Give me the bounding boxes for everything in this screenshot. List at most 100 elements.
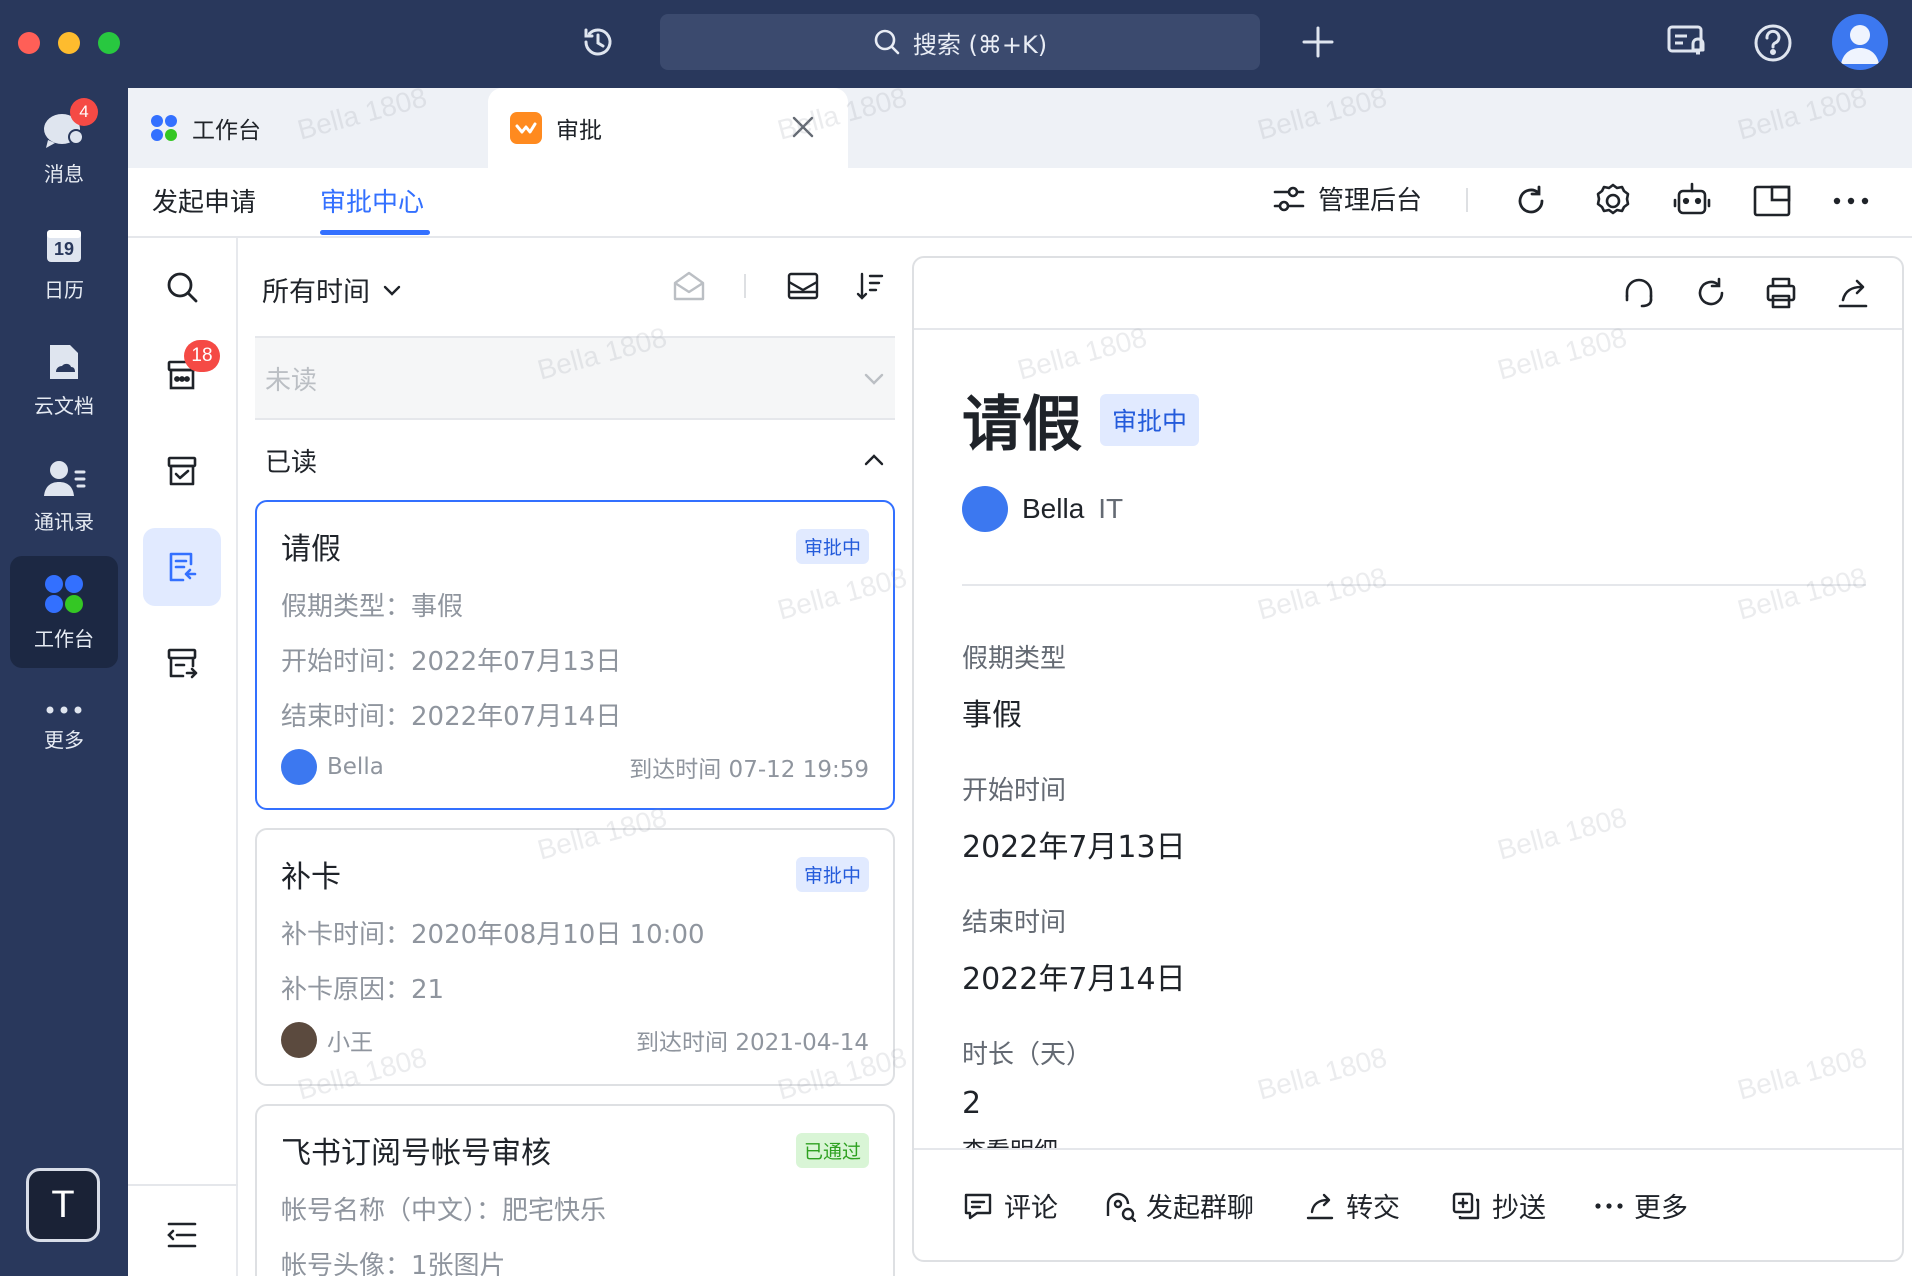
- minimize-window-button[interactable]: [58, 32, 80, 54]
- active-tab-indicator: [320, 230, 430, 235]
- close-window-button[interactable]: [18, 32, 40, 54]
- field-label: 时长（天）: [962, 1040, 1093, 1070]
- print-icon[interactable]: [1764, 276, 1798, 310]
- arrival-time: 到达时间 2021-04-14: [636, 1030, 869, 1056]
- approval-card[interactable]: 飞书订阅号帐号审核 已通过 帐号名称（中文）：肥宅快乐 帐号头像：1张图片: [255, 1104, 895, 1276]
- maximize-window-button[interactable]: [98, 32, 120, 54]
- card-detail-line: 结束时间：2022年07月14日: [281, 702, 622, 732]
- sidebar-item-label: 更多: [44, 727, 84, 752]
- mark-all-read-icon[interactable]: [672, 270, 706, 302]
- comment-button[interactable]: 评论: [962, 1186, 1058, 1225]
- search-icon: [164, 269, 200, 305]
- collapse-menu-button[interactable]: [143, 1196, 221, 1274]
- tenant-switch-button[interactable]: T: [26, 1168, 100, 1242]
- share-icon[interactable]: [1836, 276, 1870, 310]
- sidebar-item-label: 通讯录: [34, 509, 94, 534]
- calendar-icon: 19: [44, 226, 84, 266]
- menu-fold-icon: [165, 1220, 199, 1250]
- more-actions-label: 更多: [1634, 1193, 1688, 1224]
- detail-actions-divider: [914, 1148, 1902, 1150]
- transfer-label: 转交: [1346, 1193, 1400, 1224]
- card-title: 补卡: [281, 860, 341, 895]
- field-value: 2: [962, 1086, 982, 1121]
- admin-console-button[interactable]: 管理后台: [1272, 180, 1422, 217]
- robot-icon[interactable]: [1672, 180, 1712, 220]
- applicant-name: Bella: [1022, 493, 1085, 524]
- time-filter-dropdown[interactable]: 所有时间: [262, 270, 404, 309]
- card-detail-line: 补卡原因：21: [281, 975, 445, 1005]
- user-avatar[interactable]: [1832, 14, 1888, 70]
- read-section-header[interactable]: 已读: [255, 418, 895, 500]
- read-section-label: 已读: [265, 447, 318, 478]
- pending-count-badge: 18: [184, 340, 220, 372]
- split-window-icon[interactable]: [1752, 182, 1792, 218]
- unread-section-label: 未读: [265, 365, 318, 396]
- unread-badge: 4: [70, 98, 98, 126]
- arrival-time: 到达时间 07-12 19:59: [629, 757, 869, 783]
- sliders-icon: [1272, 182, 1306, 216]
- sidebar-item-workspace[interactable]: 工作台: [10, 556, 118, 668]
- card-user: 小王: [327, 1030, 373, 1056]
- plus-icon[interactable]: [1300, 24, 1336, 60]
- field-label: 假期类型: [962, 644, 1067, 674]
- close-tab-icon[interactable]: [790, 114, 816, 140]
- search-icon: [873, 28, 901, 56]
- tab-label: 审批: [556, 118, 602, 144]
- chevron-up-icon: [861, 447, 887, 473]
- avatar: [281, 749, 317, 785]
- sidebar-item-calendar[interactable]: 19 日历: [10, 208, 118, 320]
- help-icon[interactable]: [1752, 22, 1794, 64]
- chevron-down-icon: [380, 278, 404, 302]
- group-chat-label: 发起群聊: [1146, 1193, 1254, 1224]
- card-detail-line: 帐号名称（中文）：肥宅快乐: [281, 1196, 607, 1226]
- chevron-down-icon: [861, 365, 887, 391]
- screen-notice-icon[interactable]: [1666, 22, 1708, 62]
- detail-title: 请假: [962, 390, 1082, 460]
- applicant-info[interactable]: Bella IT: [962, 486, 1123, 532]
- view-details-label: 查看明细: [962, 1136, 1162, 1148]
- submitted-by-me-button[interactable]: [143, 528, 221, 606]
- start-group-chat-button[interactable]: 发起群聊: [1104, 1186, 1254, 1225]
- approved-by-me-button[interactable]: [143, 432, 221, 510]
- mailbox-icon[interactable]: [786, 270, 820, 302]
- calendar-day: 19: [53, 238, 75, 259]
- nav-submit-request[interactable]: 发起申请: [152, 182, 256, 219]
- unread-section-header[interactable]: 未读: [255, 336, 895, 418]
- more-dots-icon: [44, 704, 84, 716]
- approval-card[interactable]: 补卡 审批中 补卡时间：2020年08月10日 10:00 补卡原因：21 小王…: [255, 828, 895, 1086]
- applicant-department: IT: [1098, 493, 1124, 524]
- workspace-grid-icon: [150, 114, 178, 142]
- sidebar-item-label: 工作台: [34, 626, 94, 651]
- sidebar-item-label: 云文档: [34, 393, 94, 418]
- approval-card[interactable]: 请假 审批中 假期类型：事假 开始时间：2022年07月13日 结束时间：202…: [255, 500, 895, 810]
- field-label: 结束时间: [962, 908, 1067, 938]
- card-detail-line: 帐号头像：1张图片: [281, 1251, 506, 1276]
- status-badge: 审批中: [795, 528, 869, 564]
- cc-to-me-button[interactable]: [143, 624, 221, 702]
- settings-gear-icon[interactable]: [1594, 182, 1632, 220]
- nav-approval-center[interactable]: 审批中心: [320, 182, 424, 219]
- doc-send-icon: [165, 550, 199, 584]
- tab-workspace[interactable]: 工作台: [128, 88, 483, 168]
- search-input[interactable]: 搜索 (⌘+K): [660, 14, 1260, 70]
- card-detail-line: 假期类型：事假: [281, 592, 464, 622]
- refresh-icon[interactable]: [1514, 184, 1548, 218]
- more-actions-button[interactable]: 更多: [1594, 1186, 1688, 1225]
- cc-button[interactable]: 抄送: [1450, 1186, 1546, 1225]
- sidebar-item-docs[interactable]: 云文档: [10, 324, 118, 436]
- search-approvals-button[interactable]: [143, 248, 221, 326]
- column-divider: [128, 1184, 238, 1186]
- sort-icon[interactable]: [854, 270, 886, 302]
- inbox-check-icon: [165, 454, 199, 488]
- sidebar-item-messages[interactable]: 消息: [10, 92, 118, 204]
- sidebar-item-contacts[interactable]: 通讯录: [10, 440, 118, 552]
- contacts-icon: [42, 458, 86, 498]
- search-label: 搜索 (⌘+K): [912, 30, 1048, 59]
- transfer-button[interactable]: 转交: [1304, 1186, 1400, 1225]
- view-details-link[interactable]: 查看明细: [962, 1136, 1162, 1148]
- reload-icon[interactable]: [1694, 276, 1728, 310]
- headset-icon[interactable]: [1622, 276, 1656, 310]
- history-icon[interactable]: [578, 22, 618, 62]
- more-options-icon[interactable]: [1832, 196, 1870, 206]
- sidebar-item-more[interactable]: 更多: [10, 672, 118, 784]
